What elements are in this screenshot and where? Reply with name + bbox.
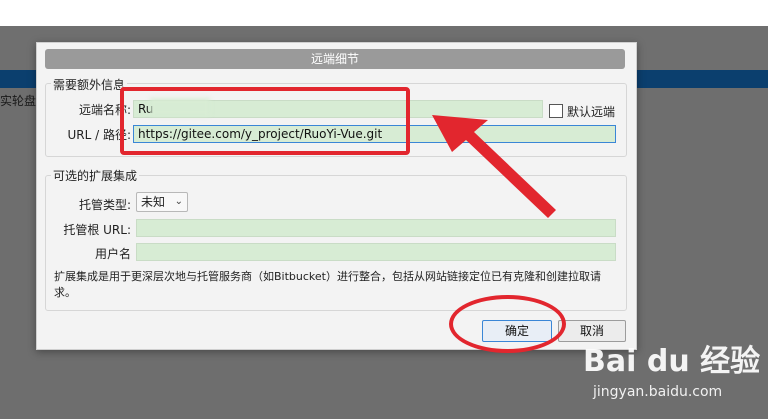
host-type-label: 托管类型: (78, 198, 131, 212)
baidu-logo: Bai du 经验 (583, 344, 761, 379)
host-type-select[interactable]: 未知 ⌄ (136, 192, 188, 212)
annotation-highlight-ellipse (449, 295, 566, 353)
app-side-label: 实轮盘 (0, 94, 37, 108)
default-remote-checkbox[interactable] (549, 104, 563, 118)
dialog-title: 远端细节 (45, 49, 625, 69)
host-root-url-label: 托管根 URL: (63, 223, 131, 237)
username-label: 用户名 (94, 247, 131, 261)
integration-note: 扩展集成是用于更深层次地与托管服务商（如Bitbucket）进行整合，包括从网站… (54, 270, 601, 299)
host-type-value: 未知 (141, 195, 166, 209)
baidu-url: jingyan.baidu.com (593, 384, 723, 400)
annotation-highlight-rect (120, 87, 410, 155)
chevron-down-icon: ⌄ (174, 196, 183, 207)
baidu-watermark: Bai du 经验 jingyan.baidu.com (583, 336, 763, 414)
default-remote-label: 默认远端 (567, 105, 616, 119)
host-root-url-input[interactable] (136, 219, 616, 237)
username-input[interactable] (136, 243, 616, 261)
optional-integration-title: 可选的扩展集成 (51, 167, 140, 184)
app-top-area (0, 0, 768, 26)
required-info-title: 需要额外信息 (51, 76, 128, 93)
